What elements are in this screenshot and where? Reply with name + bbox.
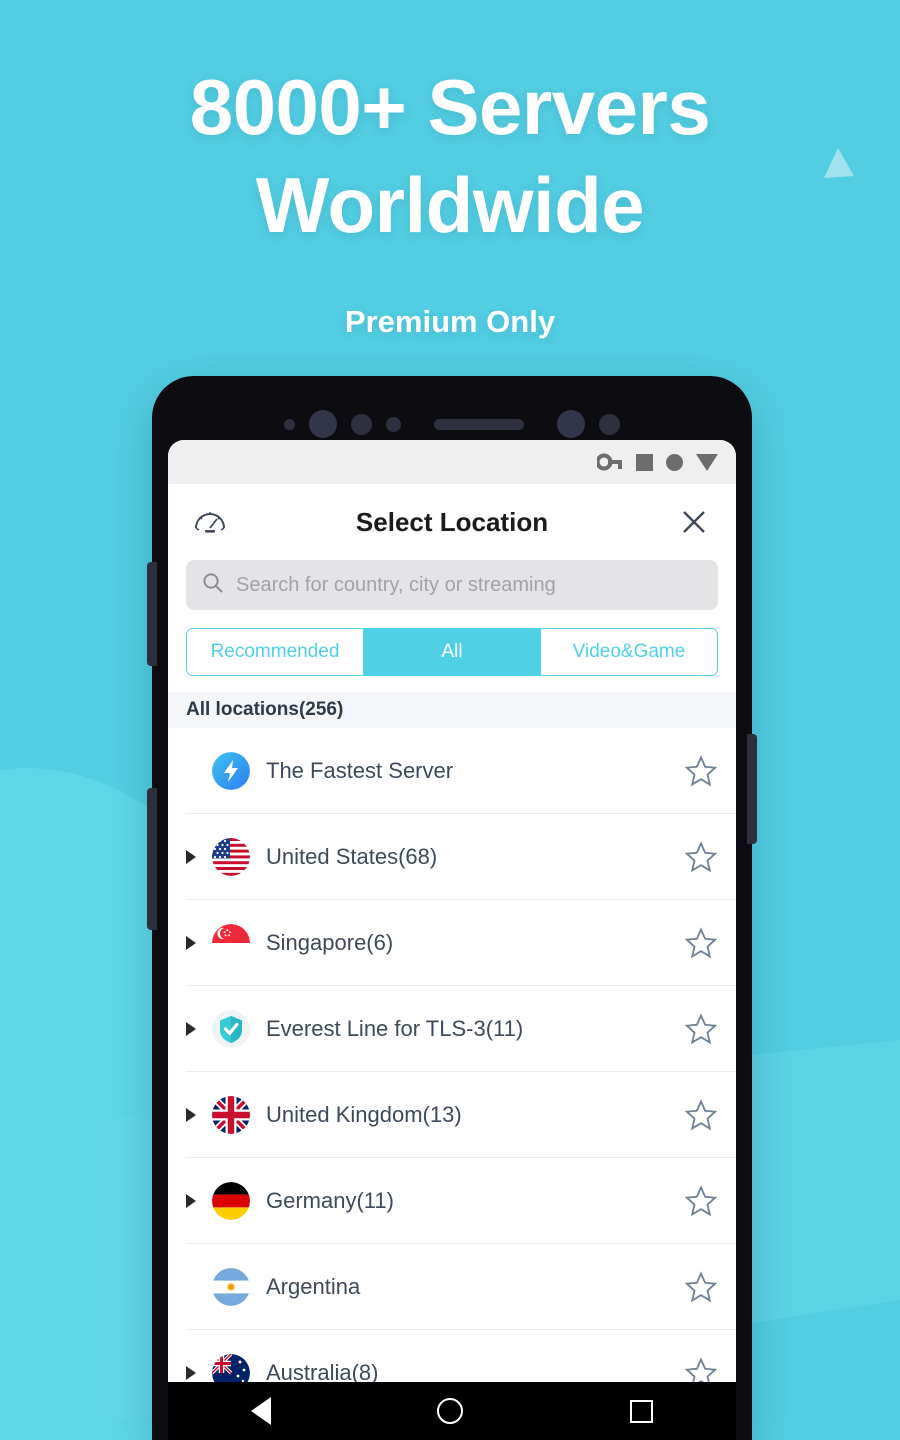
list-item-label: United Kingdom(13) (266, 1102, 462, 1127)
close-icon[interactable] (672, 500, 716, 544)
home-nav-icon[interactable] (437, 1398, 464, 1424)
expand-arrow-icon[interactable] (186, 1366, 204, 1380)
favorite-star-icon[interactable] (684, 840, 718, 874)
favorite-star-icon[interactable] (684, 754, 718, 788)
app-bar: Select Location (168, 484, 736, 560)
phone-mockup: Select Location Search for country, city… (147, 376, 757, 1440)
tab-all[interactable]: All (364, 629, 541, 675)
location-list: The Fastest Server United States(68) Sin… (168, 728, 736, 1416)
page-title: Select Location (355, 506, 549, 537)
tab-recommended[interactable]: Recommended (187, 629, 364, 675)
volume-down-button[interactable] (147, 788, 157, 930)
list-item[interactable]: Germany(11) (168, 1158, 736, 1244)
recents-nav-icon[interactable] (629, 1399, 653, 1423)
search-placeholder: Search for country, city or streaming (236, 573, 556, 596)
list-item[interactable]: United Kingdom(13) (168, 1072, 736, 1158)
android-navigation-bar (168, 1382, 736, 1440)
favorite-star-icon[interactable] (684, 926, 718, 960)
led-indicator-icon (599, 413, 620, 435)
fastest-bolt-icon (212, 752, 250, 790)
list-item-label: Argentina (266, 1274, 361, 1299)
back-nav-icon[interactable] (251, 1397, 272, 1425)
list-item[interactable]: United States(68) (168, 814, 736, 900)
circle-icon (666, 453, 683, 471)
earpiece-speaker-icon (434, 418, 524, 430)
filter-tabs-section: Recommended All Video&Game (168, 610, 736, 676)
favorite-star-icon[interactable] (684, 1184, 718, 1218)
flag-de-icon (212, 1182, 250, 1220)
section-header: All locations(256) (168, 692, 736, 728)
flag-ar-icon (212, 1268, 250, 1306)
list-item-label: United States(68) (266, 844, 438, 869)
list-item-label: The Fastest Server (266, 758, 454, 783)
search-input[interactable]: Search for country, city or streaming (186, 560, 718, 610)
flag-uk-icon (212, 1096, 250, 1134)
vpn-key-icon (597, 453, 623, 471)
iris-scanner-icon (557, 410, 585, 438)
search-section: Search for country, city or streaming (168, 560, 736, 610)
list-item[interactable]: The Fastest Server (168, 728, 736, 814)
list-item[interactable]: Everest Line for TLS-3(11) (168, 986, 736, 1072)
list-item[interactable]: Singapore(6) (168, 900, 736, 986)
shield-check-icon (212, 1010, 250, 1048)
power-button[interactable] (747, 734, 757, 844)
expand-arrow-icon[interactable] (186, 1108, 204, 1122)
expand-arrow-icon[interactable] (186, 1022, 204, 1036)
favorite-star-icon[interactable] (684, 1270, 718, 1304)
filter-tabs: Recommended All Video&Game (186, 628, 718, 676)
android-status-bar (168, 440, 736, 484)
square-icon (636, 453, 653, 471)
list-item-label: Singapore(6) (266, 930, 394, 955)
favorite-star-icon[interactable] (684, 1012, 718, 1046)
search-icon (202, 572, 224, 599)
flag-us-icon (212, 838, 250, 876)
signal-triangle-icon (696, 453, 718, 471)
tab-video-game[interactable]: Video&Game (541, 629, 717, 675)
proximity-sensor-icon (351, 413, 372, 435)
speedometer-icon[interactable] (188, 500, 232, 544)
flag-sg-icon (212, 924, 250, 962)
light-sensor-icon (386, 416, 401, 432)
front-camera-icon (309, 410, 337, 438)
list-item[interactable]: Argentina (168, 1244, 736, 1330)
sensor-dot-icon (284, 418, 295, 430)
list-item-label: Germany(11) (266, 1188, 394, 1213)
favorite-star-icon[interactable] (684, 1098, 718, 1132)
expand-arrow-icon[interactable] (186, 936, 204, 950)
list-item-label: Everest Line for TLS-3(11) (266, 1016, 524, 1041)
volume-up-button[interactable] (147, 562, 157, 666)
expand-arrow-icon[interactable] (186, 1194, 204, 1208)
phone-screen: Select Location Search for country, city… (168, 440, 736, 1440)
expand-arrow-icon[interactable] (186, 850, 204, 864)
